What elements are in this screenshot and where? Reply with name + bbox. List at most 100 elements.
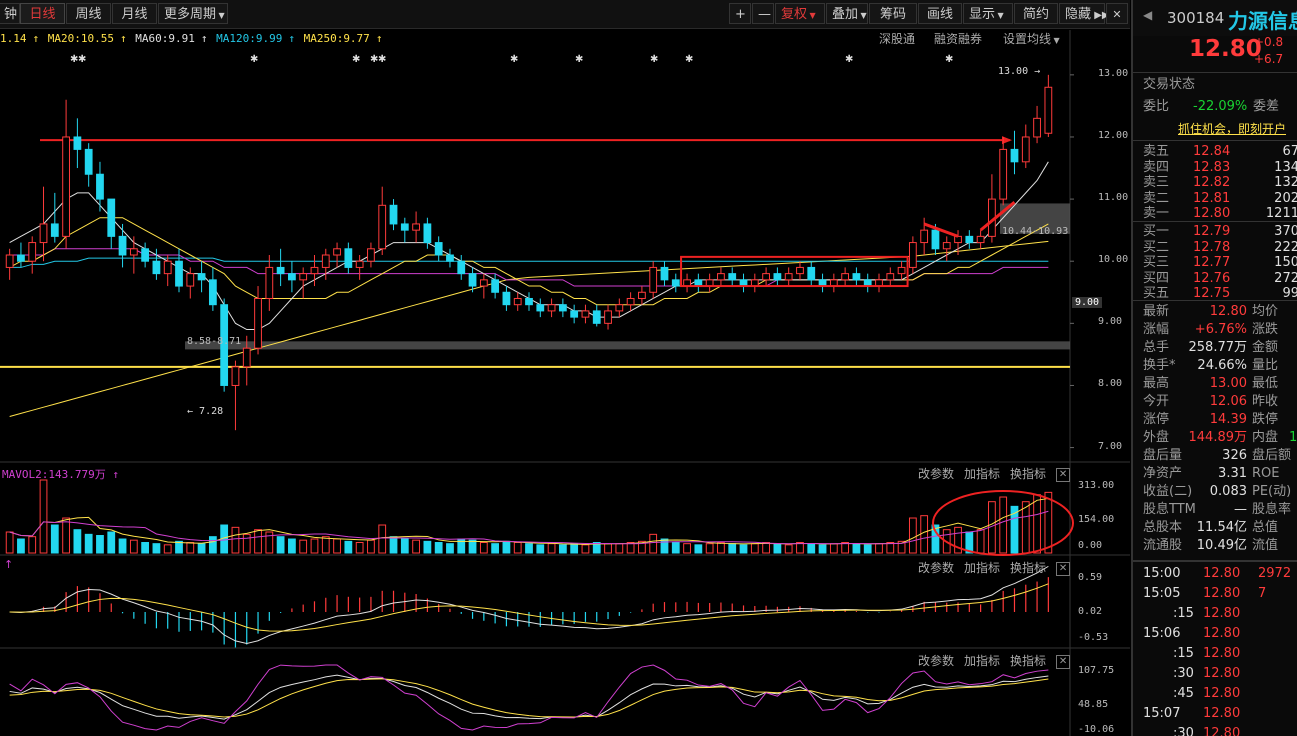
volume-bar <box>1033 494 1041 554</box>
candle-body <box>626 297 635 306</box>
low-annotation: ← 7.28 <box>187 406 224 417</box>
volume-bar <box>513 542 522 554</box>
candle-body <box>62 136 70 237</box>
tick-time: 15:07 <box>1143 706 1181 721</box>
switch-indicator-button[interactable]: 换指标 <box>1010 561 1046 575</box>
stat-label-secondary: 盘后额 <box>1252 448 1292 463</box>
candle-body <box>1010 148 1019 163</box>
prev-stock-icon[interactable]: ◀ <box>1143 8 1152 22</box>
kdj-j-line <box>9 664 1049 731</box>
edit-params-button[interactable]: 改参数 <box>918 561 954 575</box>
tick-price: 12.80 <box>1203 566 1241 581</box>
volume-bar <box>773 543 782 554</box>
stat-value: 13.00 <box>1209 376 1247 391</box>
candle-body <box>558 304 567 312</box>
candle-body <box>446 254 454 262</box>
candle-body <box>1033 117 1041 138</box>
volume-bar <box>367 539 375 554</box>
stat-label-secondary: ROE <box>1252 466 1280 481</box>
event-marker: ✱ <box>685 54 693 65</box>
candle-body <box>96 173 104 200</box>
volume-bar <box>186 542 195 554</box>
volume-bar <box>344 540 353 554</box>
stat-label: 流通股 <box>1143 538 1183 553</box>
event-marker: ✱ <box>845 54 853 65</box>
high-value: 13.00 <box>998 66 1029 77</box>
close-icon[interactable]: ✕ <box>1056 561 1071 576</box>
volume-bar <box>73 529 82 554</box>
macd-axis-top: 0.59 <box>1078 572 1103 583</box>
edit-params-button[interactable]: 改参数 <box>918 467 954 481</box>
volume-bar <box>310 538 319 554</box>
volume-bar <box>152 543 161 554</box>
stat-value: 12.80 <box>1209 304 1247 319</box>
switch-indicator-button[interactable]: 换指标 <box>1010 467 1046 481</box>
gap-zone <box>185 341 1070 350</box>
stat-label-secondary: 金额 <box>1252 340 1279 355</box>
candle-body <box>1021 136 1030 163</box>
stat-value: 11.54亿 <box>1196 520 1247 535</box>
volume-bar <box>39 479 48 554</box>
low-value: 7.28 <box>199 406 224 417</box>
inner-vol-value: 1 <box>1289 430 1297 445</box>
switch-indicator-button[interactable]: 换指标 <box>1010 654 1046 668</box>
candle-body <box>175 260 183 287</box>
candle-body <box>50 223 59 237</box>
volume-bar <box>728 543 737 554</box>
quote-panel: ◀ 300184 力源信息 12.80 +0.8 +6.7 交易状态 委比 -2… <box>1131 0 1297 736</box>
candle-body <box>942 242 951 250</box>
candle-body <box>288 273 296 281</box>
volume-bar <box>547 543 556 554</box>
candle-body <box>242 347 251 368</box>
price-axis-label: 12.00 <box>1098 129 1129 141</box>
candle-body <box>536 304 545 312</box>
stat-label: 净资产 <box>1143 466 1183 481</box>
event-marker: ✱ <box>945 54 953 65</box>
kdj-panel-tools: 改参数 加指标 换指标 ✕ <box>918 652 1080 669</box>
candle-body <box>897 266 906 275</box>
volume-bar <box>299 539 308 554</box>
volume-bar <box>333 538 341 554</box>
candle-body <box>254 297 262 349</box>
weicha-label: 委差 <box>1253 99 1280 114</box>
volume-bar <box>17 538 25 554</box>
stat-label: 盘后量 <box>1143 448 1183 463</box>
add-indicator-button[interactable]: 加指标 <box>964 654 1000 668</box>
event-marker: ✱ <box>78 54 86 65</box>
tick-time: 15:06 <box>1143 626 1181 641</box>
price-change-pct: +6.7 <box>1254 52 1284 66</box>
candle-body <box>841 273 850 281</box>
stat-value: 3.31 <box>1218 466 1247 481</box>
close-icon[interactable]: ✕ <box>1056 654 1071 669</box>
edit-params-button[interactable]: 改参数 <box>918 654 954 668</box>
candle-body <box>773 273 782 281</box>
add-indicator-button[interactable]: 加指标 <box>964 561 1000 575</box>
stat-label: 涨停 <box>1143 412 1170 427</box>
add-indicator-button[interactable]: 加指标 <box>964 467 1000 481</box>
close-icon[interactable]: ✕ <box>1056 467 1071 482</box>
vol-axis-bottom: 0.00 <box>1078 540 1103 551</box>
candle-body <box>954 235 962 244</box>
candle-body <box>333 248 341 256</box>
macd-axis-bottom: -0.53 <box>1078 632 1109 643</box>
volume-bar <box>468 539 477 554</box>
stat-label-secondary: 涨跌 <box>1252 322 1279 337</box>
candle-body <box>5 254 14 268</box>
candle-body <box>513 297 522 306</box>
volume-bar <box>254 529 262 554</box>
open-account-link[interactable]: 抓住机会，即刻开户 <box>1178 120 1286 138</box>
stat-value: 144.89万 <box>1188 430 1248 445</box>
candle-body <box>604 310 612 324</box>
volume-bar <box>288 538 296 554</box>
stat-value: 10.49亿 <box>1196 538 1247 553</box>
candle-body <box>592 310 601 324</box>
stat-label-secondary: 量比 <box>1252 358 1279 373</box>
volume-bar <box>581 544 590 554</box>
candle-body <box>920 229 929 244</box>
candle-body <box>265 266 274 299</box>
up-arrow-icon: ↑ <box>112 468 119 481</box>
volume-bar <box>807 543 816 554</box>
volume-bar <box>321 536 330 554</box>
event-marker: ✱ <box>510 54 518 65</box>
kline-chart[interactable]: ✱ ✱ ✱ ✱ ✱ ✱ ✱ ✱ ✱ ✱ ✱ ✱ <box>0 0 1130 736</box>
